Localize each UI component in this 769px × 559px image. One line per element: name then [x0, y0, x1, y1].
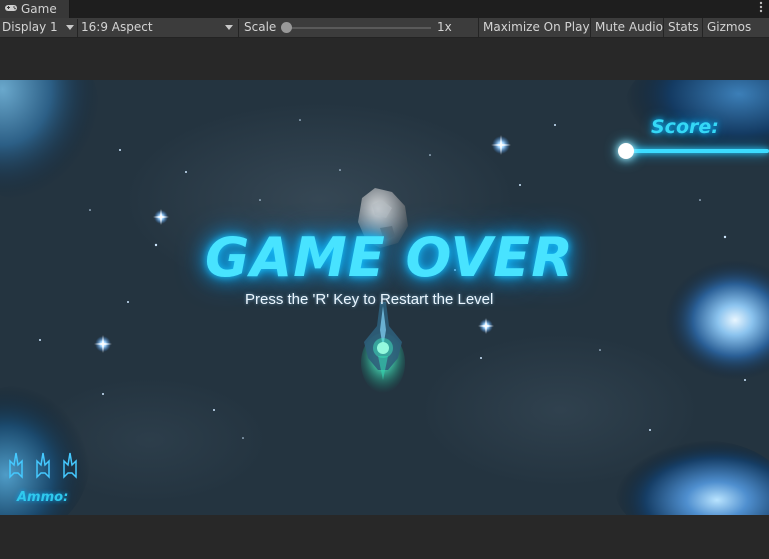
chevron-down-icon: [66, 25, 74, 30]
score-bar-knob: [618, 143, 634, 159]
galaxy-right: [665, 260, 769, 380]
kebab-menu-icon[interactable]: [759, 0, 763, 18]
player-ship: [361, 302, 405, 393]
tab-game[interactable]: Game: [0, 0, 70, 18]
bright-star: [94, 335, 112, 353]
aspect-label: 16:9 Aspect: [81, 20, 153, 34]
display-label: Display 1: [2, 20, 58, 34]
scale-slider-thumb[interactable]: [281, 22, 292, 33]
restart-instruction: Press the 'R' Key to Restart the Level: [245, 291, 494, 308]
display-dropdown[interactable]: Display 1: [2, 18, 76, 37]
chevron-down-icon: [225, 25, 233, 30]
gizmos-toggle[interactable]: Gizmos: [702, 18, 755, 37]
bright-star: [478, 318, 494, 334]
tab-label: Game: [21, 2, 57, 16]
tab-bar: Game: [0, 0, 769, 19]
aspect-dropdown[interactable]: 16:9 Aspect: [81, 18, 237, 37]
score-bar: [626, 149, 769, 153]
ammo-label: Ammo:: [17, 490, 69, 505]
nebula-top-left: [0, 80, 100, 200]
gamepad-icon: [4, 0, 18, 18]
score-label: Score:: [651, 116, 719, 138]
scale-slider-track[interactable]: [288, 27, 431, 29]
game-viewport[interactable]: Score: GAME OVER Press the 'R' Key to Re…: [0, 80, 769, 515]
scale-value: 1x: [437, 20, 452, 34]
maximize-on-play-toggle[interactable]: Maximize On Play: [478, 18, 594, 37]
stats-toggle[interactable]: Stats: [663, 18, 703, 37]
game-toolbar: Display 1 16:9 Aspect Scale 1x Maximize …: [0, 18, 769, 38]
nebula-bottom-right: [615, 440, 769, 515]
scale-label: Scale: [244, 20, 277, 34]
bright-star: [153, 209, 169, 225]
mute-audio-toggle[interactable]: Mute Audio: [590, 18, 667, 37]
bright-star: [491, 135, 511, 155]
game-over-title: GAME OVER: [205, 226, 574, 289]
